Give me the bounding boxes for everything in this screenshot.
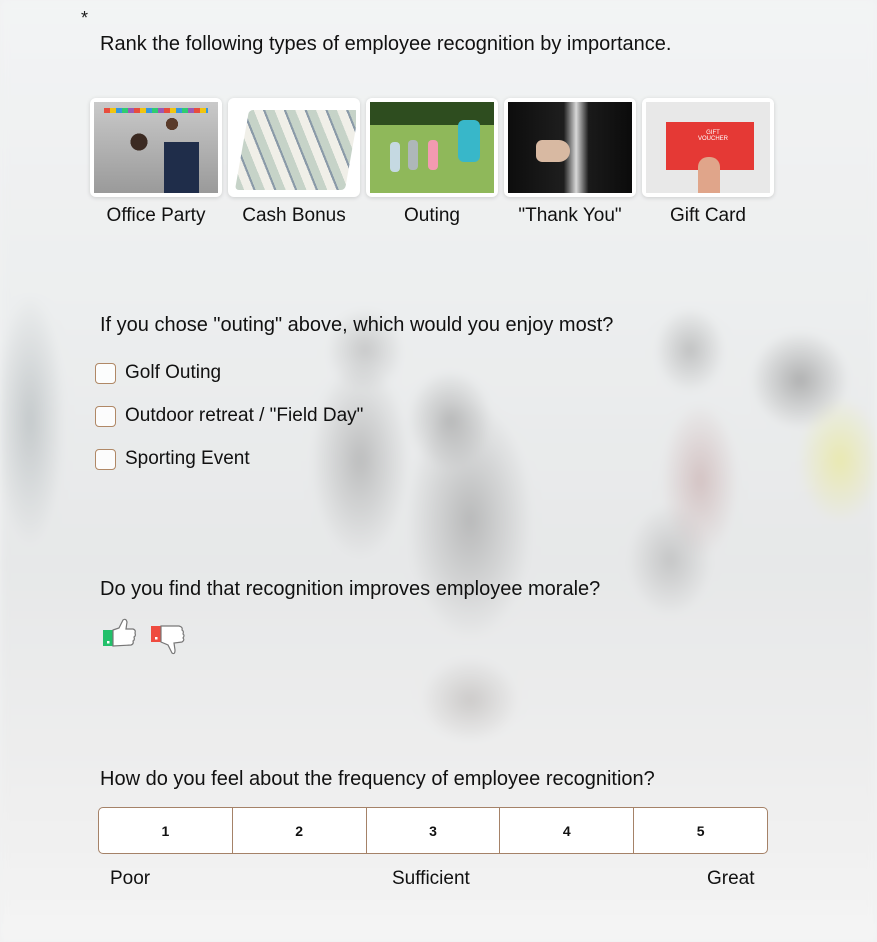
gift-card-image — [646, 102, 770, 193]
scale-label-mid: Sufficient — [392, 868, 470, 889]
option-label: Sporting Event — [125, 448, 250, 469]
option-sporting-event[interactable]: Sporting Event — [95, 448, 250, 470]
scale-option-1[interactable]: 1 — [99, 808, 233, 853]
rank-thumb[interactable] — [642, 98, 774, 197]
thumbs-down-button[interactable] — [150, 618, 186, 662]
question-outing-title: If you chose "outing" above, which would… — [100, 314, 614, 336]
question-morale-title: Do you find that recognition improves em… — [100, 578, 601, 600]
rank-item-label: Cash Bonus — [242, 205, 346, 226]
option-label: Golf Outing — [125, 362, 222, 383]
rank-item-label: Office Party — [106, 205, 206, 226]
rank-item-label: Gift Card — [669, 205, 747, 226]
option-outdoor-retreat[interactable]: Outdoor retreat / "Field Day" — [95, 405, 363, 427]
rank-item-office-party[interactable]: Office Party — [90, 98, 222, 227]
office-party-image — [94, 102, 218, 193]
thumbs-down-icon — [151, 625, 185, 655]
rank-item-thank-you[interactable]: "Thank You" — [504, 98, 636, 227]
rating-scale: 1 2 3 4 5 — [98, 807, 768, 854]
scale-option-3[interactable]: 3 — [367, 808, 501, 853]
rank-item-gift-card[interactable]: Gift Card — [642, 98, 774, 227]
rank-item-label: "Thank You" — [518, 205, 622, 226]
rank-item-cash-bonus[interactable]: Cash Bonus — [228, 98, 360, 227]
required-marker: * — [81, 8, 89, 28]
rank-item-label: Outing — [404, 205, 460, 226]
scale-label-high: Great — [707, 868, 755, 889]
scale-option-4[interactable]: 4 — [500, 808, 635, 853]
survey-form: * Rank the following types of employee r… — [0, 0, 877, 942]
rank-thumb[interactable] — [228, 98, 360, 197]
rank-thumb[interactable] — [366, 98, 498, 197]
scale-option-5[interactable]: 5 — [634, 808, 767, 853]
thumbs-up-button[interactable] — [102, 618, 138, 662]
checkbox[interactable] — [95, 362, 116, 384]
thank-you-image — [508, 102, 632, 193]
outing-image — [370, 102, 494, 193]
option-golf-outing[interactable]: Golf Outing — [95, 362, 221, 384]
rank-thumb[interactable] — [504, 98, 636, 197]
question-rank-title: Rank the following types of employee rec… — [100, 33, 672, 55]
checkbox[interactable] — [95, 405, 116, 427]
question-frequency-title: How do you feel about the frequency of e… — [100, 768, 655, 790]
rank-item-outing[interactable]: Outing — [366, 98, 498, 227]
option-label: Outdoor retreat / "Field Day" — [125, 405, 364, 426]
scale-label-low: Poor — [110, 868, 151, 889]
cash-bonus-image — [232, 102, 356, 193]
scale-option-2[interactable]: 2 — [233, 808, 367, 853]
thumbs-rating — [102, 618, 186, 662]
thumbs-up-icon — [103, 618, 136, 647]
rank-thumb[interactable] — [90, 98, 222, 197]
rank-image-list: Office Party Cash Bonus Outing "Thank Yo… — [90, 98, 774, 227]
checkbox[interactable] — [95, 448, 116, 470]
